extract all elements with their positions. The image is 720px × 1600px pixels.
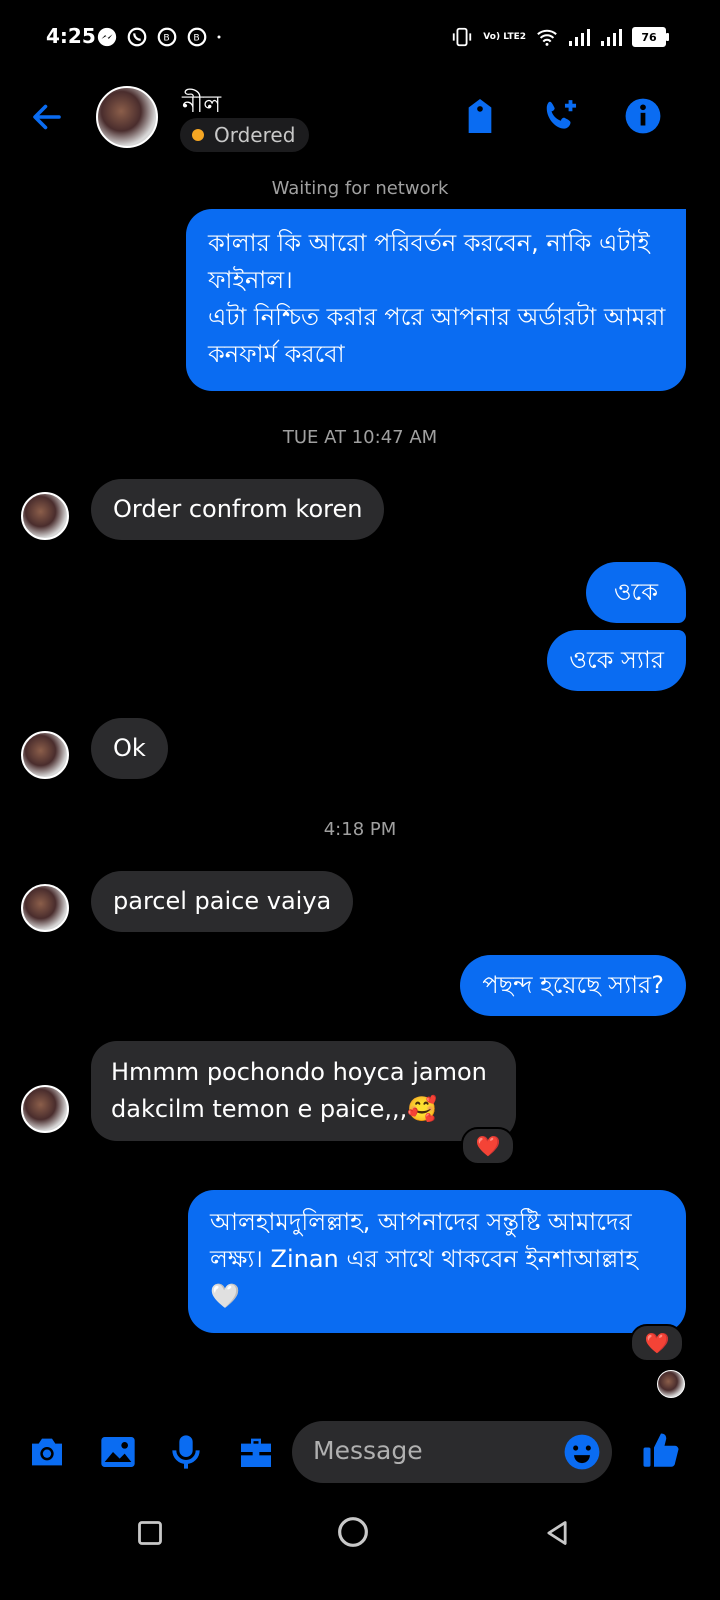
recent-apps-button[interactable] [136, 1519, 164, 1551]
gallery-icon [101, 1437, 135, 1467]
message-bubble-outgoing[interactable]: পছন্দ হয়েছে স্যার? [460, 955, 686, 1016]
home-button[interactable] [337, 1516, 369, 1552]
timestamp: TUE AT 10:47 AM [282, 427, 438, 448]
info-button[interactable] [623, 96, 663, 136]
like-button[interactable] [640, 1430, 682, 1476]
whatsapp-icon [127, 27, 147, 47]
camera-icon [32, 1438, 62, 1466]
arrow-left-icon [33, 104, 61, 130]
emoji-icon [564, 1434, 600, 1470]
message-bubble-incoming[interactable]: Order confrom koren [91, 479, 385, 540]
microphone-button[interactable] [166, 1432, 206, 1476]
sender-avatar[interactable] [21, 492, 69, 540]
svg-text:B: B [163, 33, 169, 44]
whatsapp-business-icon: B [157, 27, 177, 47]
back-button[interactable] [27, 97, 67, 137]
message-bubble-incoming[interactable]: Ok [91, 718, 168, 779]
message-bubble-outgoing[interactable]: আলহামদুলিল্লাহ, আপনাদের সন্তুষ্টি আমাদের… [188, 1190, 686, 1333]
heart-reaction-icon: ❤️ [644, 1331, 670, 1355]
signal-icon-2 [601, 29, 622, 46]
info-icon [625, 98, 661, 134]
back-nav-button[interactable] [543, 1518, 571, 1552]
briefcase-icon [241, 1438, 271, 1467]
triangle-back-icon [547, 1521, 567, 1545]
add-call-icon [546, 100, 577, 129]
sender-avatar[interactable] [21, 1085, 69, 1133]
circle-icon [338, 1517, 368, 1547]
contact-avatar[interactable] [96, 86, 158, 148]
gallery-button[interactable] [98, 1432, 138, 1476]
tag-icon [468, 99, 492, 133]
status-badge[interactable]: Ordered [180, 118, 310, 152]
briefcase-button[interactable] [235, 1432, 277, 1476]
seen-receipt-avatar [657, 1370, 685, 1398]
message-bubble-outgoing[interactable]: ওকে [585, 562, 686, 623]
message-bubble-outgoing[interactable]: ওকে স্যার [547, 630, 686, 691]
messenger-icon [97, 27, 117, 47]
message-bubble-outgoing[interactable]: কালার কি আরো পরিবর্তন করবেন, নাকি এটাই ফ… [186, 209, 686, 391]
status-badge-label: Ordered [214, 123, 296, 147]
reaction-badge[interactable]: ❤️ [461, 1127, 515, 1165]
wifi-icon [537, 29, 557, 46]
message-bubble-incoming[interactable]: Hmmm pochondo hoyca jamon dakcilm temon … [91, 1041, 516, 1141]
signal-icon [569, 29, 590, 46]
reaction-badge[interactable]: ❤️ [630, 1324, 684, 1362]
vibrate-icon [453, 27, 472, 47]
sender-avatar[interactable] [21, 731, 69, 779]
message-bubble-incoming[interactable]: parcel paice vaiya [91, 871, 354, 932]
status-right: Vo) LTE2 76 [451, 26, 669, 48]
square-icon [138, 1521, 162, 1545]
emoji-button[interactable] [563, 1433, 601, 1475]
camera-button[interactable] [27, 1432, 67, 1476]
message-input-placeholder[interactable]: Message [313, 1436, 423, 1465]
add-call-button[interactable] [541, 96, 581, 136]
status-time: 4:25 [46, 24, 96, 48]
timestamp: 4:18 PM [323, 819, 397, 840]
heart-reaction-icon: ❤️ [475, 1134, 501, 1158]
more-dot-icon [217, 35, 221, 39]
status-dot [192, 129, 204, 141]
whatsapp-business-icon-2: B [187, 27, 207, 47]
network-label: Vo) LTE2 [483, 31, 526, 42]
sender-avatar[interactable] [21, 884, 69, 932]
tag-button[interactable] [460, 96, 500, 136]
battery-indicator: 76 [632, 27, 669, 47]
thumbs-up-icon [643, 1433, 679, 1467]
network-banner: Waiting for network [271, 178, 449, 199]
microphone-icon [172, 1435, 200, 1469]
svg-text:B: B [193, 33, 199, 44]
notification-icons: B B [96, 26, 228, 48]
